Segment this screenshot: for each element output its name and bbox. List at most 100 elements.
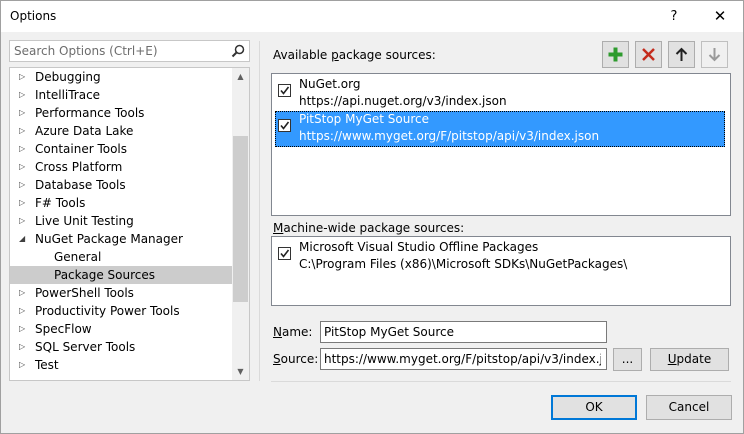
arrow-up-icon	[675, 47, 688, 61]
browse-button[interactable]: ...	[613, 348, 642, 371]
expand-arrow-icon[interactable]: ▷	[19, 284, 29, 302]
remove-source-button[interactable]	[635, 41, 662, 68]
source-url: https://api.nuget.org/v3/index.json	[299, 94, 507, 108]
tree-item-label: Test	[35, 358, 59, 372]
tree-item[interactable]: ▷ Database Tools	[10, 176, 234, 194]
tree-item-label: F# Tools	[35, 196, 86, 210]
available-sources-label: Available package sources:	[273, 48, 436, 62]
expand-arrow-icon[interactable]: ▷	[19, 212, 29, 230]
window-title: Options	[10, 9, 57, 23]
source-item-offline[interactable]: Microsoft Visual Studio Offline Packages…	[275, 239, 725, 275]
tree-item-label: Performance Tools	[35, 106, 145, 120]
tree-item[interactable]: General	[10, 248, 234, 266]
expand-arrow-icon[interactable]: ▷	[19, 158, 29, 176]
tree-item-label: Cross Platform	[35, 160, 123, 174]
options-dialog: Options ? ✕ ▷ Debugging ▷ IntelliTrace ▷ Perf…	[0, 0, 744, 434]
divider	[259, 41, 260, 381]
expand-arrow-icon[interactable]: ▷	[19, 194, 29, 212]
source-input[interactable]	[324, 351, 601, 367]
tree-item[interactable]: ▷ Productivity Power Tools	[10, 302, 234, 320]
expand-arrow-icon[interactable]: ▷	[19, 86, 29, 104]
expand-arrow-icon[interactable]: ▷	[19, 140, 29, 158]
move-down-button[interactable]	[701, 41, 728, 68]
tree-item[interactable]: ▷ Live Unit Testing	[10, 212, 234, 230]
name-input[interactable]	[324, 324, 601, 340]
source-name: Microsoft Visual Studio Offline Packages	[299, 240, 539, 254]
tree-item[interactable]: ▷ Container Tools	[10, 140, 234, 158]
tree-item-label: Azure Data Lake	[35, 124, 134, 138]
source-label: Source:	[273, 352, 319, 366]
tree-item-label: Package Sources	[54, 268, 156, 282]
search-box[interactable]	[9, 40, 250, 62]
tree-item-label: IntelliTrace	[35, 88, 101, 102]
expand-arrow-icon[interactable]: ▷	[19, 338, 29, 356]
expand-arrow-icon[interactable]: ▷	[19, 122, 29, 140]
expand-arrow-icon[interactable]: ▷	[19, 176, 29, 194]
tree-item-label: General	[54, 250, 102, 264]
tree-item-label: SQL Server Tools	[35, 340, 136, 354]
scroll-up-icon[interactable]: ▲	[232, 68, 249, 85]
tree-item[interactable]: Package Sources	[10, 266, 234, 284]
expand-arrow-icon[interactable]: ▷	[19, 104, 29, 122]
options-tree[interactable]: ▷ Debugging ▷ IntelliTrace ▷ Performance Tool…	[9, 67, 250, 381]
tree-item-label: Productivity Power Tools	[35, 304, 180, 318]
cancel-button[interactable]: Cancel	[646, 395, 732, 420]
tree-item-label: Debugging	[35, 70, 101, 84]
tree-item[interactable]: ▷ Cross Platform	[10, 158, 234, 176]
check-icon	[280, 249, 290, 258]
footer-divider	[271, 381, 731, 382]
plus-icon	[608, 47, 623, 62]
tree-item-label: Live Unit Testing	[35, 214, 134, 228]
check-icon	[280, 86, 290, 95]
check-icon	[280, 121, 290, 130]
available-sources-list[interactable]: NuGet.org https://api.nuget.org/v3/index…	[271, 73, 731, 216]
source-name: NuGet.org	[299, 77, 361, 91]
tree-item-label: PowerShell Tools	[35, 286, 134, 300]
name-label: Name:	[273, 325, 313, 339]
tree-item[interactable]: ▷ Test	[10, 356, 234, 374]
expand-arrow-icon[interactable]: ▷	[19, 320, 29, 338]
source-url: https://www.myget.org/F/pitstop/api/v3/i…	[299, 129, 600, 143]
tree-item-label: SpecFlow	[35, 322, 92, 336]
source-item-nuget[interactable]: NuGet.org https://api.nuget.org/v3/index…	[275, 76, 725, 112]
tree-item[interactable]: ◢ NuGet Package Manager	[10, 230, 234, 248]
source-checkbox[interactable]	[278, 84, 291, 97]
close-button[interactable]: ✕	[697, 1, 743, 32]
expand-arrow-icon[interactable]: ▷	[19, 68, 29, 86]
tree-item[interactable]: ▷ PowerShell Tools	[10, 284, 234, 302]
tree-item[interactable]: ▷ F# Tools	[10, 194, 234, 212]
arrow-down-icon	[708, 48, 721, 62]
tree-list: ▷ Debugging ▷ IntelliTrace ▷ Performance Tool…	[10, 68, 234, 374]
move-up-button[interactable]	[668, 41, 695, 68]
tree-item-label: NuGet Package Manager	[35, 232, 183, 246]
expanded-arrow-icon[interactable]: ◢	[19, 230, 29, 248]
source-checkbox[interactable]	[278, 247, 291, 260]
remove-x-icon	[642, 48, 655, 61]
ok-button[interactable]: OK	[551, 395, 637, 420]
tree-scrollbar[interactable]: ▲ ▼	[232, 68, 249, 380]
machine-sources-label: Machine-wide package sources:	[273, 221, 465, 235]
expand-arrow-icon[interactable]: ▷	[19, 302, 29, 320]
tree-item[interactable]: ▷ SpecFlow	[10, 320, 234, 338]
tree-item[interactable]: ▷ Azure Data Lake	[10, 122, 234, 140]
tree-item[interactable]: ▷ Performance Tools	[10, 104, 234, 122]
tree-item[interactable]: ▷ SQL Server Tools	[10, 338, 234, 356]
scroll-down-icon[interactable]: ▼	[232, 363, 249, 380]
tree-item-label: Database Tools	[35, 178, 126, 192]
title-bar: Options ? ✕	[1, 1, 743, 32]
search-icon[interactable]	[231, 44, 245, 58]
name-field[interactable]	[320, 321, 607, 343]
add-source-button[interactable]	[602, 41, 629, 68]
source-field[interactable]	[320, 348, 607, 370]
help-button[interactable]: ?	[651, 1, 697, 32]
source-checkbox[interactable]	[278, 119, 291, 132]
search-input[interactable]	[14, 43, 224, 59]
machine-sources-list[interactable]: Microsoft Visual Studio Offline Packages…	[271, 236, 731, 306]
source-name: PitStop MyGet Source	[299, 112, 429, 126]
scroll-thumb[interactable]	[233, 136, 248, 302]
tree-item[interactable]: ▷ Debugging	[10, 68, 234, 86]
update-button[interactable]: Update	[650, 348, 729, 371]
source-item-pitstop[interactable]: PitStop MyGet Source https://www.myget.o…	[275, 111, 725, 147]
expand-arrow-icon[interactable]: ▷	[19, 356, 29, 374]
tree-item[interactable]: ▷ IntelliTrace	[10, 86, 234, 104]
